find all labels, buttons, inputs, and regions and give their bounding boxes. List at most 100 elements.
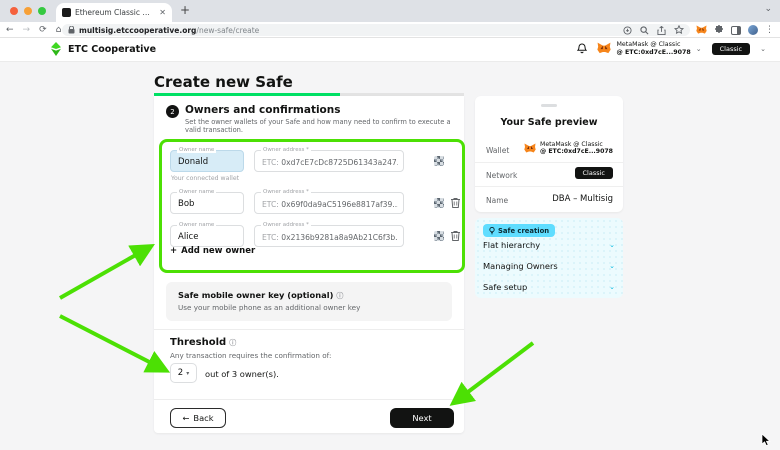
step-number-badge: 2 [166,105,179,118]
owner-name-input[interactable]: Owner name Bob [170,192,244,214]
step-subtitle: Set the owner wallets of your Safe and h… [185,118,457,134]
owner-name-label: Owner name [177,222,216,228]
share-icon[interactable] [657,26,666,35]
next-button[interactable]: Next [390,408,454,428]
preview-network-label: Network [486,171,517,180]
nav-reload-icon[interactable]: ⟳ [39,25,47,35]
url-text: multisig.etccooperative.org/new-safe/cre… [79,26,259,35]
address-prefix: ETC: [262,158,279,167]
nav-back-icon[interactable]: ← [6,25,14,35]
preview-name-value: DBA – Multisig [552,194,613,204]
browser-tab-bar: Ethereum Classic multisig – C ✕ + ⌄ [0,0,780,22]
owner-name-value: Alice [178,232,198,242]
connected-wallet-chip[interactable]: MetaMask @ Classic @ ETC:0xd7cE...9078 ⌄ [597,41,701,57]
add-new-owner-button[interactable]: + Add new owner [170,246,255,256]
back-button[interactable]: ← Back [170,408,226,428]
threshold-suffix: out of 3 owner(s). [205,369,279,379]
url-path: /new-safe/create [196,26,259,35]
owner-identicon [434,198,444,208]
new-tab-button[interactable]: + [180,3,190,17]
owner-name-label: Owner name [177,189,216,195]
tab-close-icon[interactable]: ✕ [159,8,166,17]
address-prefix: ETC: [262,233,279,242]
remove-owner-trash-icon[interactable] [450,230,461,242]
mouse-cursor [761,433,771,447]
info-icon: ⓘ [336,292,343,300]
window-close-button[interactable] [10,7,18,15]
preview-network-value: Classic [575,168,613,177]
url-domain: multisig.etccooperative.org [79,26,196,35]
nav-forward-icon[interactable]: → [23,25,31,35]
owner-address-value: 0xd7cE7cDc8725D61343a247... [281,158,398,167]
select-chevron-icon: ▾ [186,370,189,377]
window-minimize-button[interactable] [24,7,32,15]
tab-search-icon[interactable]: ⌄ [764,4,772,14]
help-item-flat-hierarchy[interactable]: Flat hierarchy⌄ [483,240,615,250]
owner-name-input[interactable]: Owner name Donald [170,150,244,172]
notification-bell-icon[interactable] [577,43,587,54]
mobile-key-title: Safe mobile owner key (optional)ⓘ [178,290,343,301]
page-title: Create new Safe [154,73,293,91]
owner-name-value: Donald [178,157,208,167]
browser-menu-icon[interactable]: ⋮ [765,25,774,35]
chevron-down-icon: ⌄ [609,241,615,249]
wallet-name: MetaMask @ Classic [616,41,690,49]
threshold-select[interactable]: 2 ▾ [170,363,197,383]
help-item-safe-setup[interactable]: Safe setup⌄ [483,282,615,292]
plus-icon: + [170,246,177,256]
tab-title: Ethereum Classic multisig – C [75,8,155,17]
browser-tab[interactable]: Ethereum Classic multisig – C ✕ [56,3,172,22]
mobile-owner-key-box[interactable] [166,282,452,321]
brand-logo-block[interactable]: ETC Cooperative [50,42,156,57]
lock-icon [68,26,75,34]
preview-wallet-label: Wallet [486,146,509,155]
preview-title: Your Safe preview [475,117,623,128]
screen: Ethereum Classic multisig – C ✕ + ⌄ ← → … [0,0,780,450]
divider [154,399,464,400]
divider [475,186,623,187]
network-chevron-icon[interactable]: ⌄ [760,45,766,53]
back-label: Back [193,413,213,423]
nav-home-icon[interactable]: ⌂ [56,25,62,35]
owner-address-input[interactable]: Owner address * ETC: 0xd7cE7cDc8725D6134… [254,150,404,172]
zoom-icon[interactable] [640,26,649,35]
preview-name-label: Name [486,196,508,205]
preview-wallet-value: MetaMask @ Classic @ ETC:0xd7cE...9078 [524,141,613,155]
owner-address-label: Owner address * [261,222,311,228]
chevron-down-icon: ⌄ [609,262,615,270]
threshold-title: Thresholdⓘ [170,337,236,348]
owner-name-input[interactable]: Owner name Alice [170,225,244,247]
browser-profile-avatar[interactable] [748,25,758,35]
window-zoom-button[interactable] [38,7,46,15]
etc-cooperative-logo-icon [50,42,62,57]
address-omnibox[interactable]: multisig.etccooperative.org/new-safe/cre… [62,24,690,36]
metamask-fox-icon [597,42,611,55]
connected-wallet-caption: Your connected wallet [171,175,239,182]
safe-creation-badge: Safe creation [483,224,555,237]
owner-address-value: 0x2136b9281a8a9Ab21C6f3b... [281,233,398,242]
remove-owner-trash-icon[interactable] [450,197,461,209]
wallet-chevron-icon: ⌄ [696,45,702,53]
owner-address-label: Owner address * [261,189,311,195]
owner-name-label: Owner name [177,147,216,153]
lightbulb-icon [489,227,495,235]
site-favicon [62,8,71,17]
browser-url-bar: ← → ⟳ ⌂ multisig.etccooperative.org/new-… [0,22,780,38]
side-panel-icon[interactable] [731,26,741,35]
help-item-managing-owners[interactable]: Managing Owners⌄ [483,261,615,271]
reading-list-icon[interactable] [623,26,632,35]
owner-address-input[interactable]: Owner address * ETC: 0x2136b9281a8a9Ab21… [254,225,404,247]
mobile-key-subtitle: Use your mobile phone as an additional o… [178,303,360,312]
metamask-extension-icon[interactable] [696,25,707,35]
arrow-to-owners [60,248,148,298]
threshold-subtitle: Any transaction requires the confirmatio… [170,351,331,360]
threshold-value: 2 [178,368,183,378]
bookmark-star-icon[interactable] [674,25,684,35]
owner-name-value: Bob [178,199,194,209]
info-icon: ⓘ [229,339,236,347]
metamask-fox-icon [524,143,536,154]
extensions-puzzle-icon[interactable] [714,25,724,35]
divider [475,162,623,163]
owner-address-input[interactable]: Owner address * ETC: 0x69f0da9aC5196e881… [254,192,404,214]
network-selector-badge[interactable]: Classic [712,43,750,55]
